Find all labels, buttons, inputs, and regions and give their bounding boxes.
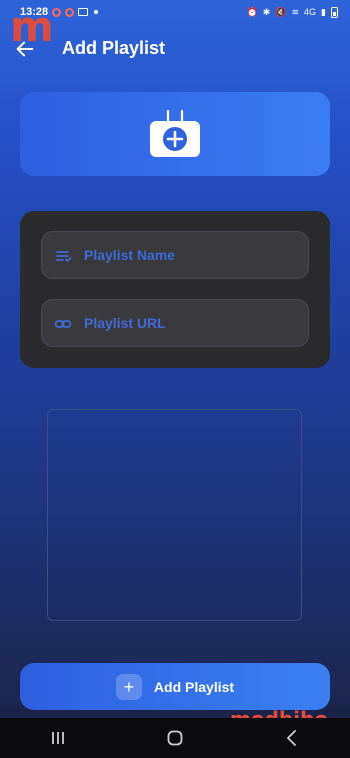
playlist-image-picker[interactable] bbox=[20, 92, 330, 176]
playlist-name-field[interactable] bbox=[41, 231, 309, 279]
wifi-icon: ≋ bbox=[291, 6, 300, 17]
recent-apps-button[interactable] bbox=[43, 723, 73, 753]
signal-icon: ▮ bbox=[321, 6, 326, 17]
notification-ring-icon bbox=[65, 7, 75, 17]
playlist-preview-area bbox=[47, 409, 302, 621]
home-button[interactable] bbox=[160, 723, 190, 753]
more-notifications-icon bbox=[94, 10, 99, 14]
notification-ring-icon bbox=[52, 7, 62, 17]
app-bar: Add Playlist bbox=[0, 28, 350, 72]
list-icon bbox=[56, 251, 72, 263]
plus-icon: + bbox=[115, 673, 142, 700]
battery-icon bbox=[331, 6, 338, 18]
alarm-icon: ⏰ bbox=[246, 6, 258, 17]
mute-icon: 🔇 bbox=[275, 6, 287, 17]
status-right: ⏰ ✱ 🔇 ≋ 4G ▮ bbox=[246, 6, 338, 18]
system-nav-bar bbox=[0, 718, 350, 758]
playlist-url-field[interactable] bbox=[41, 299, 309, 347]
back-chevron-icon bbox=[286, 730, 296, 746]
tv-add-icon bbox=[150, 109, 200, 157]
status-bar: 13:28 ⏰ ✱ 🔇 ≋ 4G ▮ bbox=[0, 0, 350, 24]
bluetooth-icon: ✱ bbox=[262, 6, 271, 17]
page-title: Add Playlist bbox=[62, 38, 166, 58]
link-icon bbox=[54, 320, 72, 328]
playlist-name-input[interactable] bbox=[82, 232, 300, 278]
add-playlist-button[interactable]: + Add Playlist bbox=[20, 663, 330, 710]
add-playlist-label: Add Playlist bbox=[153, 678, 235, 695]
playlist-form bbox=[20, 211, 330, 368]
home-icon bbox=[167, 730, 183, 746]
playlist-url-input[interactable] bbox=[82, 300, 300, 346]
back-nav-button[interactable] bbox=[277, 723, 307, 753]
recent-apps-icon bbox=[52, 732, 65, 744]
back-arrow-icon[interactable] bbox=[14, 38, 36, 60]
network-type: 4G bbox=[304, 7, 317, 17]
image-notification-icon bbox=[78, 8, 89, 16]
